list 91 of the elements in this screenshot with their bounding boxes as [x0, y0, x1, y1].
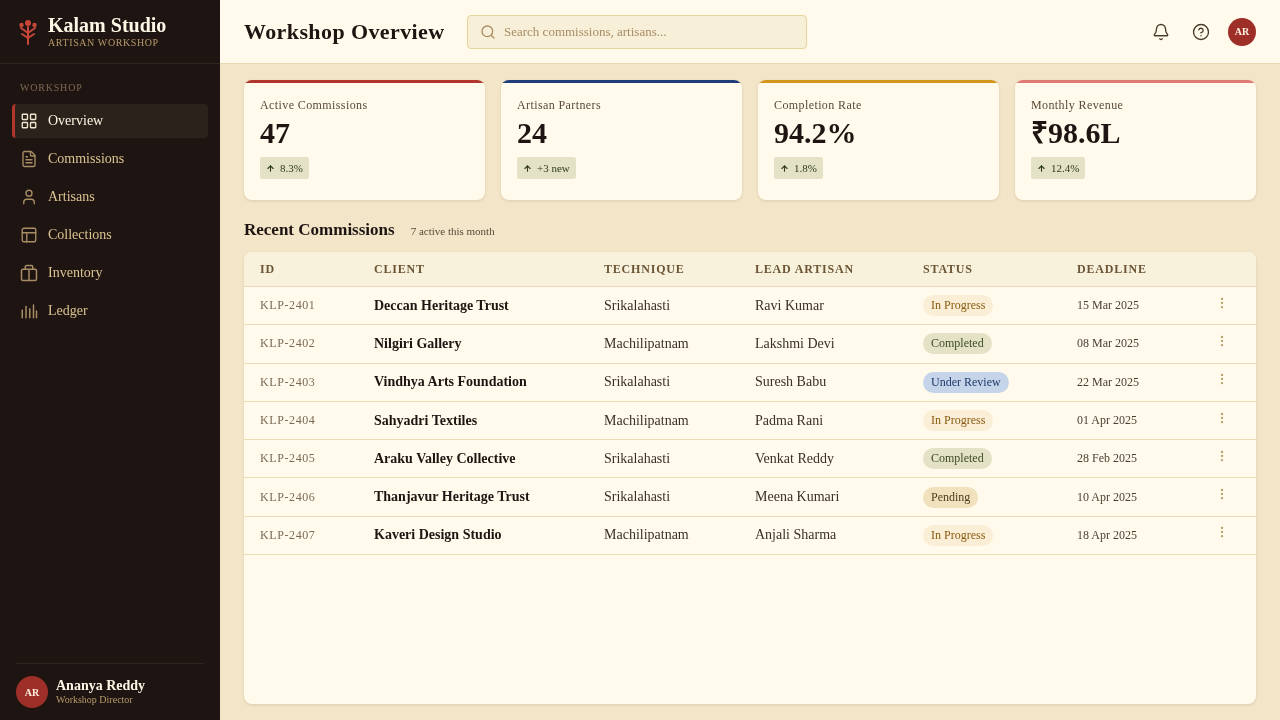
artisan-cell: Anjali Sharma	[755, 527, 837, 544]
status-badge: In Progress	[923, 410, 994, 432]
deadline-cell: 10 Apr 2025	[1077, 489, 1137, 505]
stat-change-text: 8.3%	[280, 162, 303, 174]
column-header: STATUS	[923, 261, 973, 277]
briefcase-icon	[20, 264, 38, 282]
deadline-cell: 15 Mar 2025	[1077, 298, 1139, 314]
artisan-cell: Suresh Babu	[755, 374, 827, 391]
client-cell: Vindhya Arts Foundation	[374, 374, 527, 391]
bell-icon	[1152, 22, 1170, 41]
client-cell: Kaveri Design Studio	[374, 527, 502, 544]
artisan-cell: Meena Kumari	[755, 489, 840, 506]
panel-layout-icon	[20, 226, 38, 244]
help-icon	[1192, 22, 1210, 41]
brand-name: Kalam Studio	[48, 13, 167, 36]
stat-value: 24	[517, 115, 547, 151]
client-cell: Deccan Heritage Trust	[374, 297, 509, 314]
status-badge: Pending	[923, 486, 979, 508]
id-cell: KLP-2405	[260, 451, 316, 467]
status-badge: Completed	[923, 333, 992, 355]
section-title: Recent Commissions	[244, 220, 395, 240]
stat-value: 94.2%	[774, 115, 857, 151]
technique-cell: Srikalahasti	[604, 374, 671, 391]
search-icon	[480, 23, 496, 40]
client-cell: Nilgiri Gallery	[374, 335, 462, 352]
client-cell: Thanjavur Heritage Trust	[374, 489, 530, 506]
user-role: Workshop Director	[56, 694, 134, 706]
column-header: TECHNIQUE	[604, 261, 685, 277]
technique-cell: Machilipatnam	[604, 412, 689, 429]
stat-change-text: +3 new	[537, 162, 570, 174]
stat-label: Monthly Revenue	[1031, 97, 1124, 113]
nav-item[interactable]: Ledger	[12, 294, 208, 328]
technique-cell: Machilipatnam	[604, 527, 689, 544]
user-name: Ananya Reddy	[56, 678, 146, 694]
id-cell: KLP-2407	[260, 527, 316, 543]
user-avatar[interactable]: AR	[1228, 17, 1256, 46]
technique-cell: Machilipatnam	[604, 335, 689, 352]
artisan-cell: Ravi Kumar	[755, 297, 824, 314]
nav-item[interactable]: Collections	[12, 218, 208, 252]
page-title: Workshop Overview	[244, 18, 446, 45]
section-subtitle: 7 active this month	[410, 225, 495, 237]
column-header: DEADLINE	[1077, 261, 1147, 277]
user-avatar: AR	[16, 676, 48, 708]
column-header: CLIENT	[374, 261, 425, 277]
bars-icon	[20, 302, 38, 320]
stat-label: Active Commissions	[260, 97, 368, 113]
nav-item[interactable]: Overview	[12, 104, 208, 138]
arrow-up-icon	[266, 163, 275, 173]
deadline-cell: 08 Mar 2025	[1077, 336, 1139, 352]
technique-cell: Srikalahasti	[604, 450, 671, 467]
search-field[interactable]: Search commissions, artisans...	[467, 14, 807, 49]
arrow-up-icon	[780, 163, 789, 173]
deadline-cell: 22 Mar 2025	[1077, 374, 1139, 390]
id-cell: KLP-2406	[260, 489, 316, 505]
status-badge: In Progress	[923, 524, 994, 546]
stat-label: Artisan Partners	[517, 97, 602, 113]
deadline-cell: 18 Apr 2025	[1077, 527, 1137, 543]
deadline-cell: 28 Feb 2025	[1077, 451, 1137, 467]
column-header: ID	[260, 261, 275, 277]
arrow-up-icon	[523, 163, 532, 173]
grid-icon	[20, 112, 38, 130]
person-icon	[20, 188, 38, 206]
branch-logo-icon	[18, 18, 38, 45]
status-badge: In Progress	[923, 295, 994, 317]
stat-value: ₹98.6L	[1031, 115, 1121, 151]
artisan-cell: Lakshmi Devi	[755, 335, 835, 352]
nav-item[interactable]: Artisans	[12, 180, 208, 214]
technique-cell: Srikalahasti	[604, 297, 671, 314]
stat-change-text: 1.8%	[794, 162, 817, 174]
brand-tagline: ARTISAN WORKSHOP	[48, 35, 160, 50]
artisan-cell: Padma Rani	[755, 412, 824, 429]
deadline-cell: 01 Apr 2025	[1077, 413, 1137, 429]
artisan-cell: Venkat Reddy	[755, 450, 834, 467]
client-cell: Araku Valley Collective	[374, 450, 516, 467]
arrow-up-icon	[1037, 163, 1046, 173]
status-badge: Completed	[923, 448, 992, 470]
technique-cell: Srikalahasti	[604, 489, 671, 506]
id-cell: KLP-2402	[260, 336, 316, 352]
stat-change-text: 12.4%	[1051, 162, 1080, 174]
document-icon	[20, 150, 38, 168]
column-header: LEAD ARTISAN	[755, 261, 854, 277]
id-cell: KLP-2403	[260, 374, 316, 390]
stat-value: 47	[260, 115, 290, 151]
section-label: WORKSHOP	[20, 81, 83, 95]
nav-item[interactable]: Commissions	[12, 142, 208, 176]
id-cell: KLP-2401	[260, 298, 316, 314]
stat-label: Completion Rate	[774, 97, 862, 113]
client-cell: Sahyadri Textiles	[374, 412, 478, 429]
status-badge: Under Review	[923, 371, 1009, 393]
nav-item[interactable]: Inventory	[12, 256, 208, 290]
id-cell: KLP-2404	[260, 413, 316, 429]
